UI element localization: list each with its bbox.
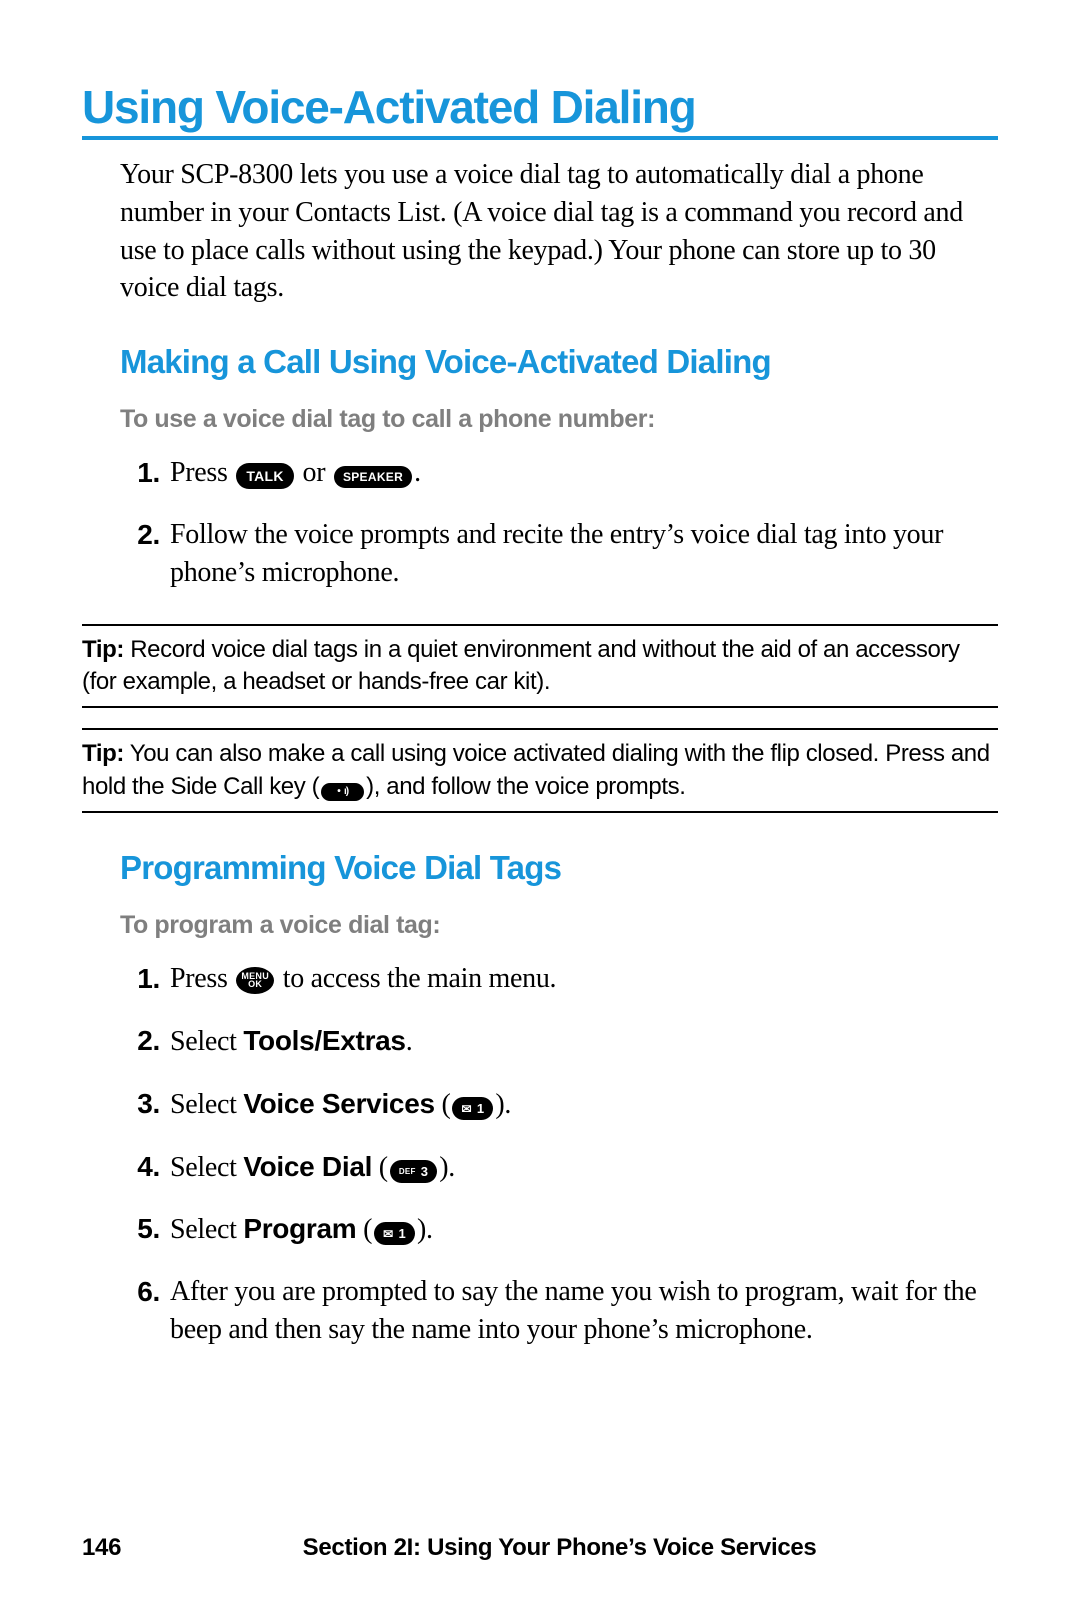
tip-quiet-environment: Tip: Record voice dial tags in a quiet e…: [82, 624, 998, 709]
procedure-title-use-tag: To use a voice dial tag to call a phone …: [120, 405, 998, 434]
step-5: Select Program (1).: [120, 1198, 998, 1261]
step-4: Select Voice Dial (DEF3).: [120, 1136, 998, 1199]
talk-key-icon: TALK: [236, 463, 294, 489]
footer-section-title: Section 2I: Using Your Phone’s Voice Ser…: [82, 1534, 998, 1562]
subheading-making-call: Making a Call Using Voice-Activated Dial…: [120, 343, 998, 381]
steps-make-call: Press TALK or SPEAKER. Follow the voice …: [120, 442, 998, 603]
speaker-key-icon: SPEAKER: [334, 466, 412, 488]
key-1-icon: 1: [452, 1097, 493, 1120]
key-1-icon: 1: [374, 1222, 415, 1245]
key-3-icon: DEF3: [390, 1160, 437, 1183]
menu-ok-key-icon: MENUOK: [236, 967, 274, 994]
tip-flip-closed: Tip: You can also make a call using voic…: [82, 728, 998, 813]
steps-program-tag: Press MENUOK to access the main menu. Se…: [120, 948, 998, 1361]
page-number: 146: [82, 1534, 121, 1562]
page-title: Using Voice-Activated Dialing: [82, 80, 998, 140]
subheading-program-tags: Programming Voice Dial Tags: [120, 849, 998, 887]
step-1: Press TALK or SPEAKER.: [120, 442, 998, 504]
side-call-key-icon: [321, 783, 364, 801]
step-3: Select Voice Services (1).: [120, 1073, 998, 1136]
step-6: After you are prompted to say the name y…: [120, 1261, 998, 1361]
step-1: Press MENUOK to access the main menu.: [120, 948, 998, 1010]
page-footer: 146 Section 2I: Using Your Phone’s Voice…: [82, 1534, 998, 1562]
intro-paragraph: Your SCP-8300 lets you use a voice dial …: [120, 156, 998, 307]
step-2: Select Tools/Extras.: [120, 1010, 998, 1073]
step-2: Follow the voice prompts and recite the …: [120, 504, 998, 604]
procedure-title-program-tag: To program a voice dial tag:: [120, 911, 998, 940]
